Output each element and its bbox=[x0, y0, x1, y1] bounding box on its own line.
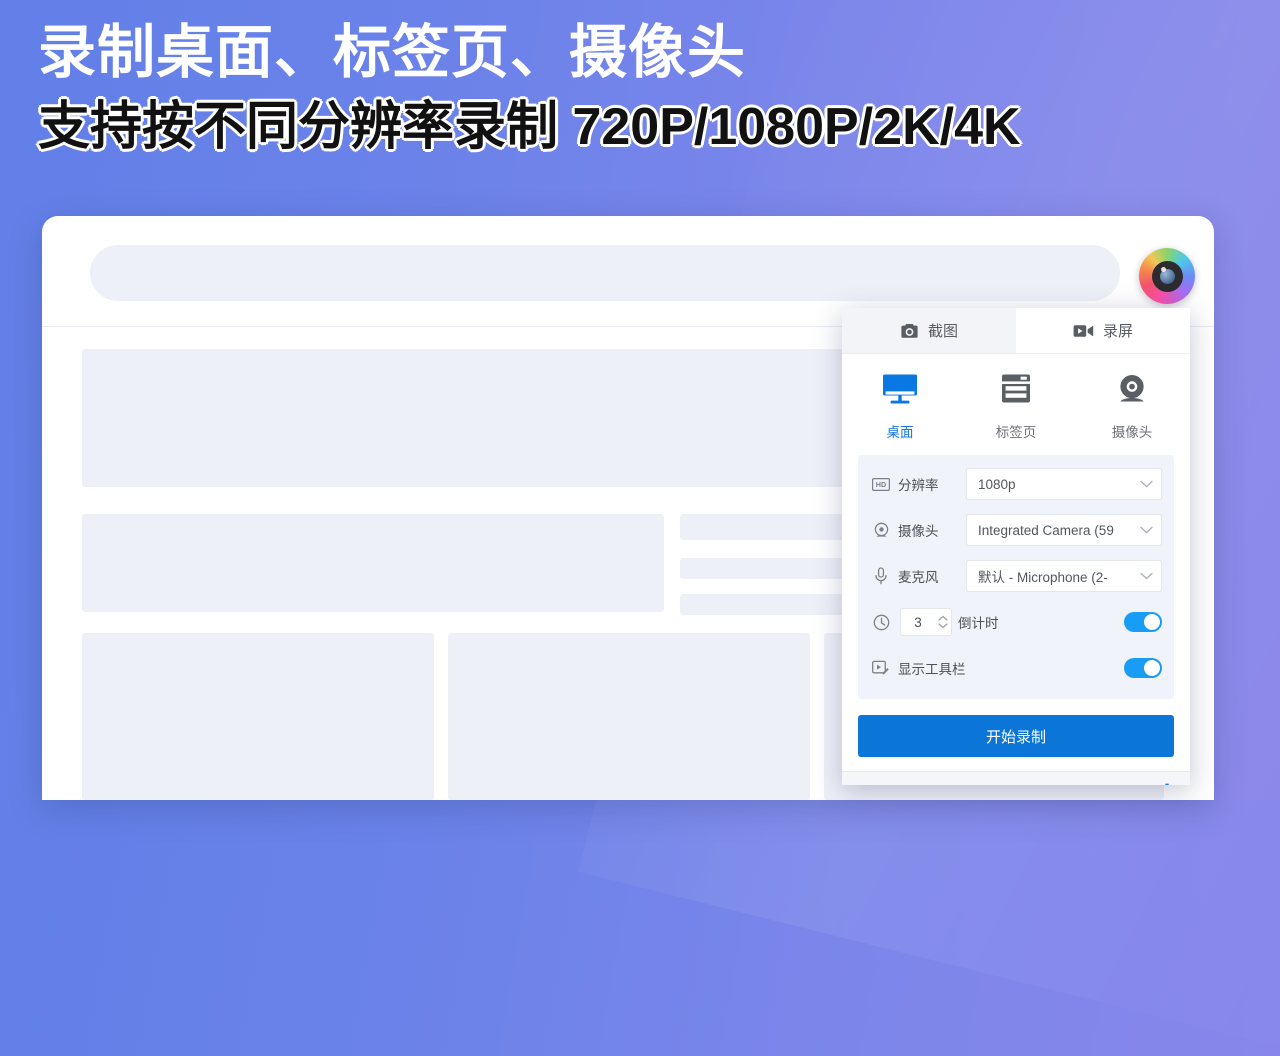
contact-us-button[interactable]: 联系我们 bbox=[1060, 785, 1140, 786]
star-icon bbox=[856, 784, 875, 785]
skeleton-main-block bbox=[82, 514, 664, 612]
toggle-knob bbox=[1144, 660, 1160, 676]
popup-tabbar: 截图 录屏 bbox=[842, 308, 1190, 354]
mode-desktop[interactable]: 桌面 bbox=[842, 372, 958, 441]
mode-desktop-label: 桌面 bbox=[886, 425, 914, 440]
resolution-select[interactable]: 1080p bbox=[966, 468, 1162, 500]
show-toolbar-toggle[interactable] bbox=[1124, 658, 1162, 678]
lens-outer-ring bbox=[1151, 260, 1183, 292]
toolbar-icon bbox=[870, 660, 892, 676]
setting-row-microphone: 麦克风 默认 - Microphone (2- bbox=[870, 557, 1162, 595]
settings-panel: HD 分辨率 1080p 摄像头 Integrated Camera (59 麦… bbox=[858, 455, 1174, 699]
headline-line-1: 录制桌面、标签页、摄像头 bbox=[38, 20, 747, 85]
start-button-wrapper: 开始录制 bbox=[842, 699, 1190, 771]
mode-webcam-label: 摄像头 bbox=[1111, 425, 1153, 440]
webcam-icon bbox=[870, 522, 892, 539]
mode-tab[interactable]: 标签页 bbox=[958, 372, 1074, 441]
lens-glint bbox=[1160, 266, 1166, 272]
microphone-value: 默认 - Microphone (2- bbox=[978, 570, 1108, 585]
settings-gear-button[interactable] bbox=[1158, 783, 1176, 785]
rate-us-button[interactable]: 五星好评 bbox=[856, 784, 936, 785]
rate-us-label: 五星好评 bbox=[882, 785, 936, 786]
toggle-knob bbox=[1144, 614, 1160, 630]
microphone-select[interactable]: 默认 - Microphone (2- bbox=[966, 560, 1162, 592]
chevron-down-icon bbox=[1140, 567, 1153, 585]
promo-headline: 录制桌面、标签页、摄像头 支持按不同分辨率录制 720P/1080P/2K/4K bbox=[38, 20, 1258, 156]
popup-footer: 五星好评 联系我们 bbox=[842, 771, 1190, 785]
resolution-value: 1080p bbox=[978, 476, 1016, 492]
chevron-down-icon bbox=[1140, 521, 1153, 539]
setting-row-countdown: 3 倒计时 bbox=[870, 603, 1162, 641]
camera-value: Integrated Camera (59 bbox=[978, 522, 1114, 538]
hd-icon: HD bbox=[870, 477, 892, 491]
countdown-toggle[interactable] bbox=[1124, 612, 1162, 632]
setting-label-countdown: 倒计时 bbox=[958, 616, 999, 631]
tab-screen-record-label: 录屏 bbox=[1102, 323, 1133, 340]
setting-label-resolution: 分辨率 bbox=[898, 478, 939, 493]
camera-select[interactable]: Integrated Camera (59 bbox=[966, 514, 1162, 546]
extension-popup: 截图 录屏 桌面 标签页 摄像头 HD 分辨率 1080p 摄像头 Integr… bbox=[842, 308, 1190, 785]
capture-mode-row: 桌面 标签页 摄像头 bbox=[842, 354, 1190, 455]
setting-label-show-toolbar: 显示工具栏 bbox=[898, 662, 966, 677]
monitor-icon bbox=[880, 372, 920, 412]
clock-icon bbox=[870, 614, 892, 631]
setting-label-camera: 摄像头 bbox=[898, 524, 939, 539]
tab-screen-record[interactable]: 录屏 bbox=[1016, 308, 1190, 353]
stepper-arrows bbox=[935, 615, 951, 629]
tab-screenshot[interactable]: 截图 bbox=[842, 308, 1016, 353]
start-recording-button[interactable]: 开始录制 bbox=[858, 715, 1174, 757]
svg-text:HD: HD bbox=[876, 480, 886, 489]
setting-row-resolution: HD 分辨率 1080p bbox=[870, 465, 1162, 503]
webcam-icon bbox=[1112, 372, 1152, 412]
skeleton-card-2 bbox=[448, 633, 810, 800]
skeleton-card-1 bbox=[82, 633, 434, 800]
camera-lens-icon[interactable] bbox=[1139, 248, 1195, 304]
headline-line-2: 支持按不同分辨率录制 720P/1080P/2K/4K bbox=[38, 97, 1021, 156]
mode-webcam[interactable]: 摄像头 bbox=[1074, 372, 1190, 441]
setting-label-microphone: 麦克风 bbox=[898, 570, 939, 585]
stepper-up-icon[interactable] bbox=[938, 615, 948, 621]
setting-row-camera: 摄像头 Integrated Camera (59 bbox=[870, 511, 1162, 549]
chevron-down-icon bbox=[1140, 475, 1153, 493]
camera-icon bbox=[900, 323, 919, 339]
browser-tab-icon bbox=[996, 372, 1036, 412]
countdown-value: 3 bbox=[914, 614, 922, 630]
tab-screenshot-label: 截图 bbox=[927, 323, 958, 340]
microphone-icon bbox=[870, 567, 892, 585]
mode-tab-label: 标签页 bbox=[995, 425, 1037, 440]
contact-us-label: 联系我们 bbox=[1086, 785, 1140, 786]
countdown-stepper[interactable]: 3 bbox=[900, 608, 952, 636]
video-camera-icon bbox=[1073, 324, 1094, 338]
stepper-down-icon[interactable] bbox=[938, 623, 948, 629]
search-bar-placeholder[interactable] bbox=[90, 245, 1120, 301]
gear-icon bbox=[1158, 783, 1176, 785]
setting-row-show-toolbar: 显示工具栏 bbox=[870, 649, 1162, 687]
